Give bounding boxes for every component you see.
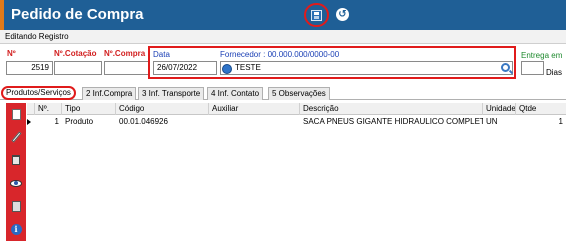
- undo-button[interactable]: ↺: [336, 8, 349, 21]
- items-grid: Nº. Tipo Código Auxiliar Descrição Unida…: [27, 103, 566, 241]
- grid-header: Nº. Tipo Código Auxiliar Descrição Unida…: [27, 103, 566, 115]
- calculator-icon: [11, 200, 21, 212]
- entrega-dias-field[interactable]: [521, 61, 544, 75]
- data-field[interactable]: 26/07/2022: [153, 61, 217, 75]
- new-document-icon: [11, 108, 21, 120]
- status-bar: Editando Registro: [0, 30, 566, 44]
- cell-descricao: SACA PNEUS GIGANTE HIDRAULICO COMPLETO: [303, 117, 483, 126]
- side-toolbar: i: [6, 103, 26, 241]
- fornecedor-field[interactable]: TESTE: [220, 61, 513, 75]
- tab-inf-compra[interactable]: 2 Inf.Compra: [82, 87, 137, 100]
- save-disk-icon: [311, 9, 322, 21]
- col-header-tipo[interactable]: Tipo: [62, 103, 116, 115]
- cell-unidade: UN: [486, 117, 498, 126]
- window-title: Pedido de Compra: [11, 6, 144, 23]
- title-accent: [0, 0, 4, 30]
- tab-produtos-servicos[interactable]: Produtos/Serviços: [1, 86, 76, 100]
- cell-auxiliar: [209, 116, 300, 128]
- supplier-icon: [222, 64, 232, 74]
- col-indicator: [27, 103, 35, 115]
- new-item-button[interactable]: [9, 107, 23, 121]
- tab-observacoes[interactable]: 5 Observações: [268, 87, 330, 100]
- cotacao-label: Nº.Cotação: [54, 49, 97, 58]
- tab-strip: Produtos/Serviços 2 Inf.Compra 3 Inf. Tr…: [0, 86, 566, 100]
- row-indicator-icon: [27, 119, 31, 125]
- col-header-auxiliar[interactable]: Auxiliar: [209, 103, 300, 115]
- edit-item-button[interactable]: [9, 130, 23, 144]
- cell-codigo: 00.01.046926: [119, 117, 168, 126]
- col-header-codigo[interactable]: Código: [116, 103, 209, 115]
- cell-qtde: 1: [558, 117, 563, 126]
- view-item-button[interactable]: [9, 176, 23, 190]
- cell-numero: 1: [54, 117, 59, 126]
- calculator-button[interactable]: [9, 199, 23, 213]
- numero-label: Nº: [7, 49, 16, 58]
- fornecedor-label: Fornecedor : 00.000.000/0000-00: [220, 50, 340, 59]
- cell-tipo: Produto: [65, 117, 94, 126]
- save-button[interactable]: [304, 3, 329, 27]
- edit-pencil-icon: [10, 131, 22, 143]
- numero-field[interactable]: 2519: [6, 61, 53, 75]
- delete-item-button[interactable]: [9, 153, 23, 167]
- undo-icon: ↺: [338, 8, 347, 20]
- dias-label: Dias: [546, 68, 563, 77]
- compra-field[interactable]: [104, 61, 149, 75]
- col-header-qtde[interactable]: Qtde: [516, 103, 566, 115]
- table-row[interactable]: 1 Produto 00.01.046926 SACA PNEUS GIGANT…: [27, 116, 566, 128]
- title-bar: Pedido de Compra ↺: [0, 0, 566, 30]
- col-header-unidade[interactable]: Unidade: [483, 103, 516, 115]
- delete-trash-icon: [12, 155, 20, 165]
- entrega-label: Entrega em: [521, 51, 563, 60]
- info-icon: i: [10, 223, 22, 235]
- status-text: Editando Registro: [5, 32, 69, 41]
- data-label: Data: [153, 50, 170, 59]
- cotacao-field[interactable]: [54, 61, 102, 75]
- view-eye-icon: [10, 179, 22, 187]
- compra-label: Nº.Compra: [104, 49, 146, 58]
- search-icon[interactable]: [501, 63, 510, 72]
- info-button[interactable]: i: [9, 222, 23, 236]
- tab-inf-transporte[interactable]: 3 Inf. Transporte: [138, 87, 205, 100]
- tab-inf-contato[interactable]: 4 Inf. Contato: [207, 87, 264, 100]
- col-header-descricao[interactable]: Descrição: [300, 103, 483, 115]
- col-header-numero[interactable]: Nº.: [35, 103, 62, 115]
